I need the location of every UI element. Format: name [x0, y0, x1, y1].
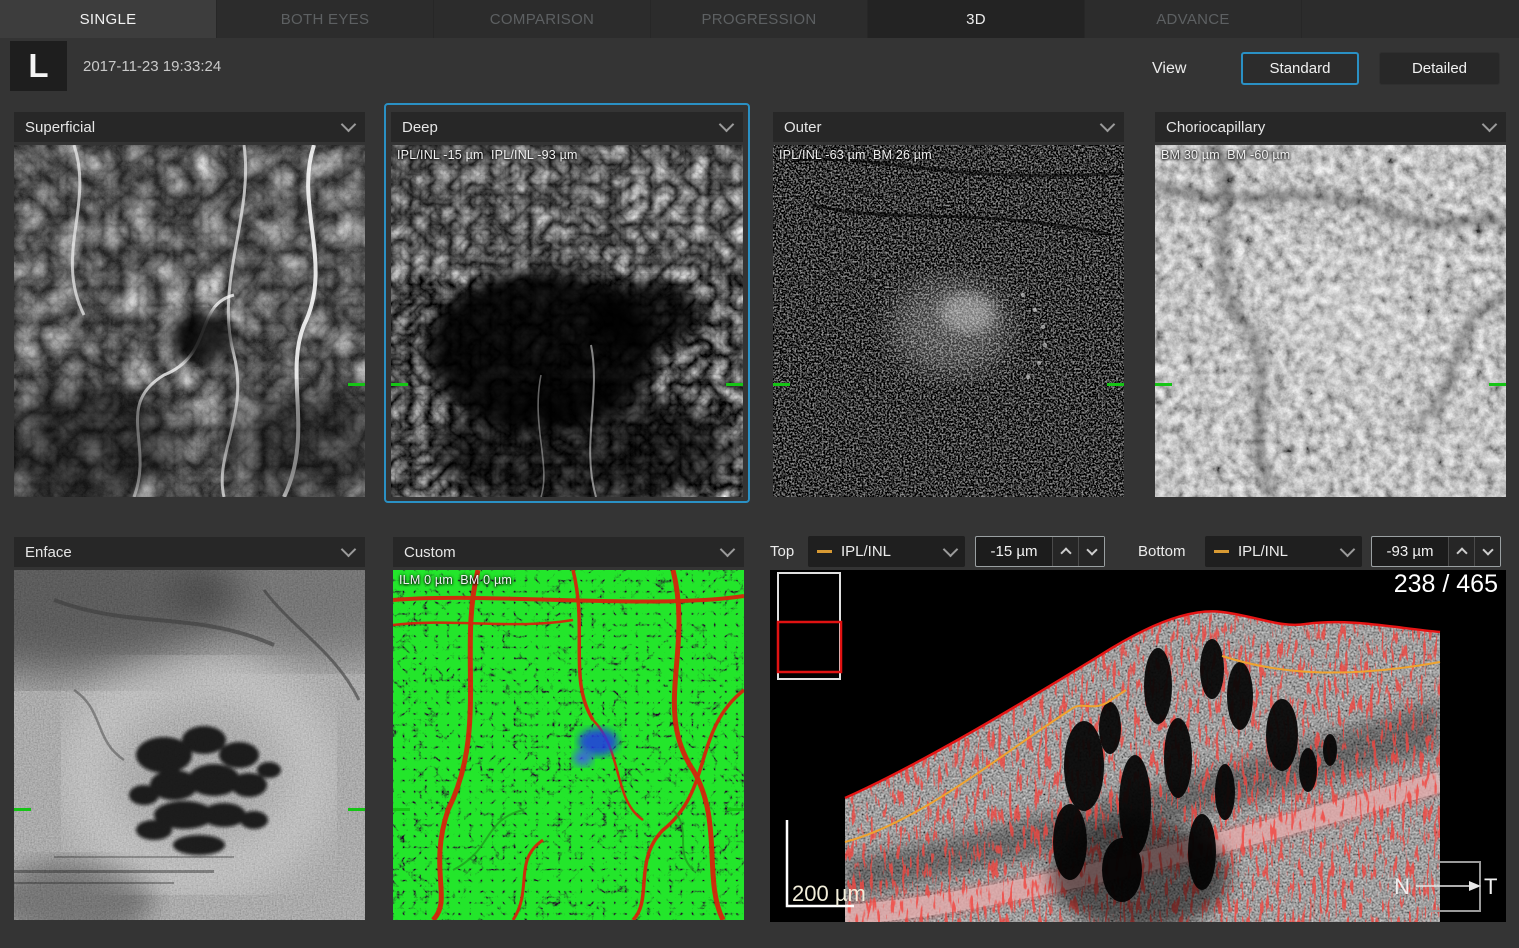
- scan-position-marker: [14, 808, 31, 811]
- choriocapillary-layer-select[interactable]: Choriocapillary: [1155, 112, 1506, 142]
- standard-view-button[interactable]: Standard: [1241, 52, 1359, 85]
- tab-3d[interactable]: 3D: [868, 0, 1085, 38]
- layer-line-swatch-icon: [817, 550, 832, 553]
- chevron-down-icon: [943, 541, 959, 557]
- exam-timestamp: 2017-11-23 19:33:24: [83, 58, 221, 75]
- chevron-down-icon: [1482, 544, 1493, 555]
- top-layer-name: IPL/INL: [841, 543, 945, 560]
- scan-position-marker: [391, 383, 408, 386]
- enface-panel: Enface: [14, 537, 365, 920]
- tabbar-filler: [1302, 0, 1519, 38]
- deep-panel-selected-border: Deep IPL/INL -15 µm IPL/INL -93 µm: [384, 103, 750, 503]
- enface-image[interactable]: [14, 570, 365, 920]
- top-offset-value: -15 µm: [976, 537, 1052, 566]
- bottom-offset-decrease-button[interactable]: [1474, 537, 1500, 566]
- chevron-up-icon: [1456, 547, 1467, 558]
- bscan-slab-controls: Top IPL/INL -15 µm Bottom IPL/INL -93 µm: [770, 536, 1506, 567]
- scan-position-marker: [348, 808, 365, 811]
- superficial-title: Superficial: [25, 119, 95, 136]
- chevron-down-icon: [1086, 544, 1097, 555]
- top-offset-decrease-button[interactable]: [1078, 537, 1104, 566]
- bottom-boundary-label: Bottom: [1138, 543, 1186, 560]
- tab-single[interactable]: SINGLE: [0, 0, 217, 38]
- orientation-temporal-label: T: [1484, 874, 1497, 899]
- deep-panel: Deep IPL/INL -15 µm IPL/INL -93 µm: [391, 112, 743, 497]
- custom-layer-select[interactable]: Custom: [393, 537, 744, 567]
- top-boundary-label: Top: [770, 543, 794, 560]
- view-mode-tabbar: SINGLE BOTH EYES COMPARISON PROGRESSION …: [0, 0, 1519, 38]
- enface-title: Enface: [25, 544, 72, 561]
- scan-position-marker: [727, 808, 744, 811]
- chevron-down-icon: [1100, 117, 1116, 133]
- chevron-up-icon: [1060, 547, 1071, 558]
- chevron-down-icon: [341, 117, 357, 133]
- superficial-layer-select[interactable]: Superficial: [14, 112, 365, 142]
- superficial-panel: Superficial: [14, 112, 365, 497]
- top-offset-increase-button[interactable]: [1052, 537, 1078, 566]
- choriocapillary-angiogram-image[interactable]: BM 30 µm BM -60 µm: [1155, 145, 1506, 497]
- scan-position-marker: [1489, 383, 1506, 386]
- custom-slab-overlay: ILM 0 µm BM 0 µm: [399, 573, 512, 587]
- detailed-view-button[interactable]: Detailed: [1379, 52, 1500, 85]
- bottom-offset-value: -93 µm: [1372, 537, 1448, 566]
- outer-slab-overlay: IPL/INL -63 µm BM 26 µm: [779, 148, 932, 162]
- scan-position-marker: [393, 808, 410, 811]
- layer-line-swatch-icon: [1214, 550, 1229, 553]
- choriocapillary-title: Choriocapillary: [1166, 119, 1265, 136]
- tab-progression[interactable]: PROGRESSION: [651, 0, 868, 38]
- chevron-down-icon: [1482, 117, 1498, 133]
- scan-position-marker: [348, 383, 365, 386]
- bottom-offset-increase-button[interactable]: [1448, 537, 1474, 566]
- view-label: View: [1152, 60, 1186, 78]
- chevron-down-icon: [341, 542, 357, 558]
- scan-position-marker: [1107, 383, 1124, 386]
- custom-title: Custom: [404, 544, 456, 561]
- outer-angiogram-image[interactable]: IPL/INL -63 µm BM 26 µm: [773, 145, 1124, 497]
- outer-layer-select[interactable]: Outer: [773, 112, 1124, 142]
- top-offset-stepper: -15 µm: [975, 536, 1105, 567]
- superficial-angiogram-image[interactable]: [14, 145, 365, 497]
- bscan-scale-label: 200 µm: [792, 881, 866, 907]
- custom-panel: Custom ILM 0 µm BM 0 µm: [393, 537, 744, 920]
- deep-layer-select[interactable]: Deep: [391, 112, 743, 142]
- scan-position-marker: [773, 383, 790, 386]
- enface-layer-select[interactable]: Enface: [14, 537, 365, 567]
- eye-laterality-badge: L: [10, 41, 67, 91]
- bottom-layer-select[interactable]: IPL/INL: [1205, 536, 1362, 567]
- scan-position-marker: [1155, 383, 1172, 386]
- deep-title: Deep: [402, 119, 438, 136]
- custom-composite-image[interactable]: ILM 0 µm BM 0 µm: [393, 570, 744, 920]
- bscan-viewport[interactable]: 238 / 465 200 µm: [770, 570, 1506, 922]
- orientation-nasal-label: N: [1394, 874, 1410, 899]
- deep-slab-overlay: IPL/INL -15 µm IPL/INL -93 µm: [397, 148, 578, 162]
- chevron-down-icon: [720, 542, 736, 558]
- bscan-frame-counter: 238 / 465: [1394, 570, 1498, 599]
- deep-angiogram-image[interactable]: IPL/INL -15 µm IPL/INL -93 µm: [391, 145, 743, 497]
- choriocapillary-panel: Choriocapillary BM 30 µm BM -60 µm: [1155, 112, 1506, 497]
- bottom-offset-stepper: -93 µm: [1371, 536, 1501, 567]
- tab-comparison[interactable]: COMPARISON: [434, 0, 651, 38]
- top-layer-select[interactable]: IPL/INL: [808, 536, 965, 567]
- tab-advance[interactable]: ADVANCE: [1085, 0, 1302, 38]
- choriocapillary-slab-overlay: BM 30 µm BM -60 µm: [1161, 148, 1290, 162]
- chevron-down-icon: [719, 117, 735, 133]
- outer-panel: Outer IPL/INL -63 µm BM 26 µm: [773, 112, 1124, 497]
- outer-title: Outer: [784, 119, 822, 136]
- chevron-down-icon: [1340, 541, 1356, 557]
- tab-both-eyes[interactable]: BOTH EYES: [217, 0, 434, 38]
- bottom-layer-name: IPL/INL: [1238, 543, 1342, 560]
- scan-position-marker: [726, 383, 743, 386]
